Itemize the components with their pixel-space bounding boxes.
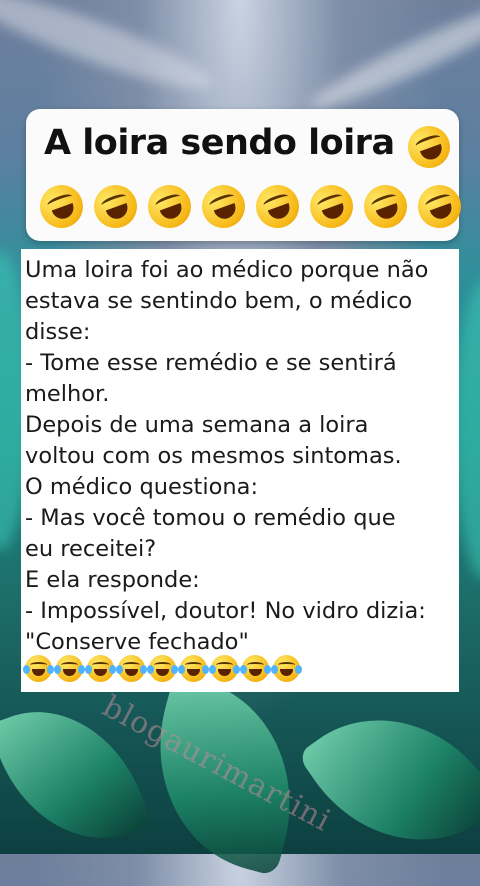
rolling-on-floor-laughing-icon	[249, 178, 306, 235]
joke-line: Depois de uma semana a loira	[25, 412, 369, 438]
joke-line: O médico questiona:	[25, 474, 259, 500]
joke-text: Uma loira foi ao médico porque não estav…	[25, 255, 457, 658]
rolling-on-floor-laughing-icon	[141, 178, 198, 235]
emoji-row	[33, 178, 468, 235]
face-with-tears-of-joy-icon	[178, 655, 209, 682]
joke-line: - Mas você tomou o remédio que	[25, 505, 396, 531]
joke-line: Uma loira foi ao médico porque não	[25, 257, 429, 283]
rolling-on-floor-laughing-icon	[195, 178, 252, 235]
rolling-on-floor-laughing-icon	[402, 120, 456, 174]
rolling-on-floor-laughing-icon	[87, 178, 144, 235]
joke-line: estava se sentindo bem, o médico	[25, 288, 413, 314]
face-with-tears-of-joy-icon	[209, 655, 240, 682]
title-card: A loira sendo loira	[26, 109, 468, 241]
joke-line: E ela responde:	[25, 567, 200, 593]
rolling-on-floor-laughing-icon	[33, 178, 90, 235]
joke-card: Uma loira foi ao médico porque não estav…	[21, 249, 459, 839]
joke-line: melhor.	[25, 381, 110, 407]
face-with-tears-of-joy-icon	[240, 655, 271, 682]
joke-line: "Conserve fechado"	[25, 629, 249, 655]
rolling-on-floor-laughing-icon	[303, 178, 360, 235]
joke-line: disse:	[25, 319, 91, 345]
joke-line: - Tome esse remédio e se sentirá	[25, 350, 397, 376]
rolling-on-floor-laughing-icon	[411, 178, 468, 235]
joke-line: eu receitei?	[25, 536, 157, 562]
face-with-tears-of-joy-icon	[147, 655, 178, 682]
rolling-on-floor-laughing-icon	[357, 178, 414, 235]
laugh-emoji-row	[23, 655, 302, 682]
face-with-tears-of-joy-icon	[116, 655, 147, 682]
post-title: A loira sendo loira	[44, 123, 395, 163]
joke-line: voltou com os mesmos sintomas.	[25, 443, 402, 469]
joke-line: - Impossível, doutor! No vidro dizia:	[25, 598, 426, 624]
face-with-tears-of-joy-icon	[271, 655, 302, 682]
face-with-tears-of-joy-icon	[23, 655, 54, 682]
face-with-tears-of-joy-icon	[54, 655, 85, 682]
face-with-tears-of-joy-icon	[85, 655, 116, 682]
